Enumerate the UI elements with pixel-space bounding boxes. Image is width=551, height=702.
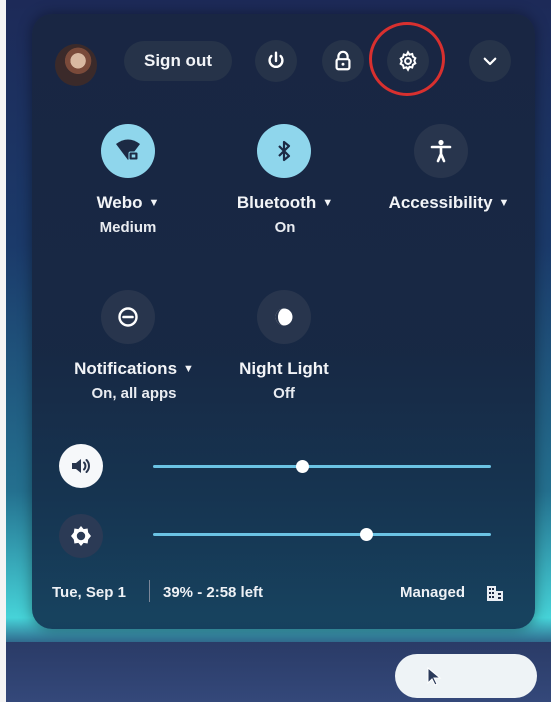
enterprise-building-icon[interactable]	[486, 584, 504, 602]
caret-down-icon: ▼	[183, 363, 194, 375]
do-not-disturb-icon	[118, 307, 138, 327]
accessibility-label[interactable]: Accessibility ▼	[384, 193, 514, 213]
settings-highlight-circle	[369, 22, 445, 96]
bluetooth-label[interactable]: Bluetooth ▼	[230, 193, 340, 213]
accessibility-toggle[interactable]	[414, 124, 468, 178]
bluetooth-icon	[278, 140, 291, 162]
night-light-label[interactable]: Night Light	[226, 359, 342, 379]
power-button[interactable]	[255, 40, 297, 82]
bluetooth-status: On	[274, 219, 296, 236]
caret-down-icon: ▼	[322, 197, 334, 209]
power-icon	[268, 51, 284, 68]
managed-label[interactable]: Managed	[400, 584, 465, 601]
notifications-label[interactable]: Notifications ▼	[62, 359, 206, 379]
status-divider	[149, 580, 150, 602]
battery-status[interactable]: 39% - 2:58 left	[163, 584, 263, 601]
mouse-cursor-icon	[427, 667, 442, 686]
night-light-icon	[275, 308, 293, 326]
wifi-label[interactable]: Webo ▼	[76, 193, 180, 213]
mute-button[interactable]	[59, 444, 103, 488]
lock-button[interactable]	[322, 40, 364, 82]
status-area-pill[interactable]	[395, 654, 537, 698]
wifi-lock-icon	[116, 139, 140, 161]
sign-out-label: Sign out	[144, 51, 212, 70]
night-light-toggle[interactable]	[257, 290, 311, 344]
caret-down-icon: ▼	[498, 197, 510, 209]
date-label[interactable]: Tue, Sep 1	[52, 584, 126, 601]
bluetooth-toggle[interactable]	[257, 124, 311, 178]
sign-out-button[interactable]: Sign out	[124, 41, 232, 81]
collapse-button[interactable]	[469, 40, 511, 82]
brightness-button	[59, 514, 103, 558]
desktop-background: Sign out Webo ▼ Medium Bluetooth ▼ On Ac…	[6, 0, 551, 702]
volume-slider[interactable]	[153, 460, 491, 473]
night-light-status: Off	[273, 385, 295, 402]
lock-icon	[335, 50, 351, 71]
notifications-status: On, all apps	[91, 385, 177, 402]
chevron-down-icon	[483, 57, 497, 66]
speaker-icon	[72, 459, 90, 473]
wifi-status: Medium	[99, 219, 157, 236]
brightness-slider-thumb[interactable]	[359, 528, 373, 541]
notifications-toggle[interactable]	[101, 290, 155, 344]
caret-down-icon: ▼	[148, 197, 160, 209]
accessibility-icon	[430, 139, 452, 163]
user-avatar[interactable]	[55, 44, 97, 86]
wifi-toggle[interactable]	[101, 124, 155, 178]
brightness-slider[interactable]	[153, 528, 491, 541]
brightness-icon	[71, 526, 91, 546]
volume-slider-thumb[interactable]	[295, 460, 309, 473]
